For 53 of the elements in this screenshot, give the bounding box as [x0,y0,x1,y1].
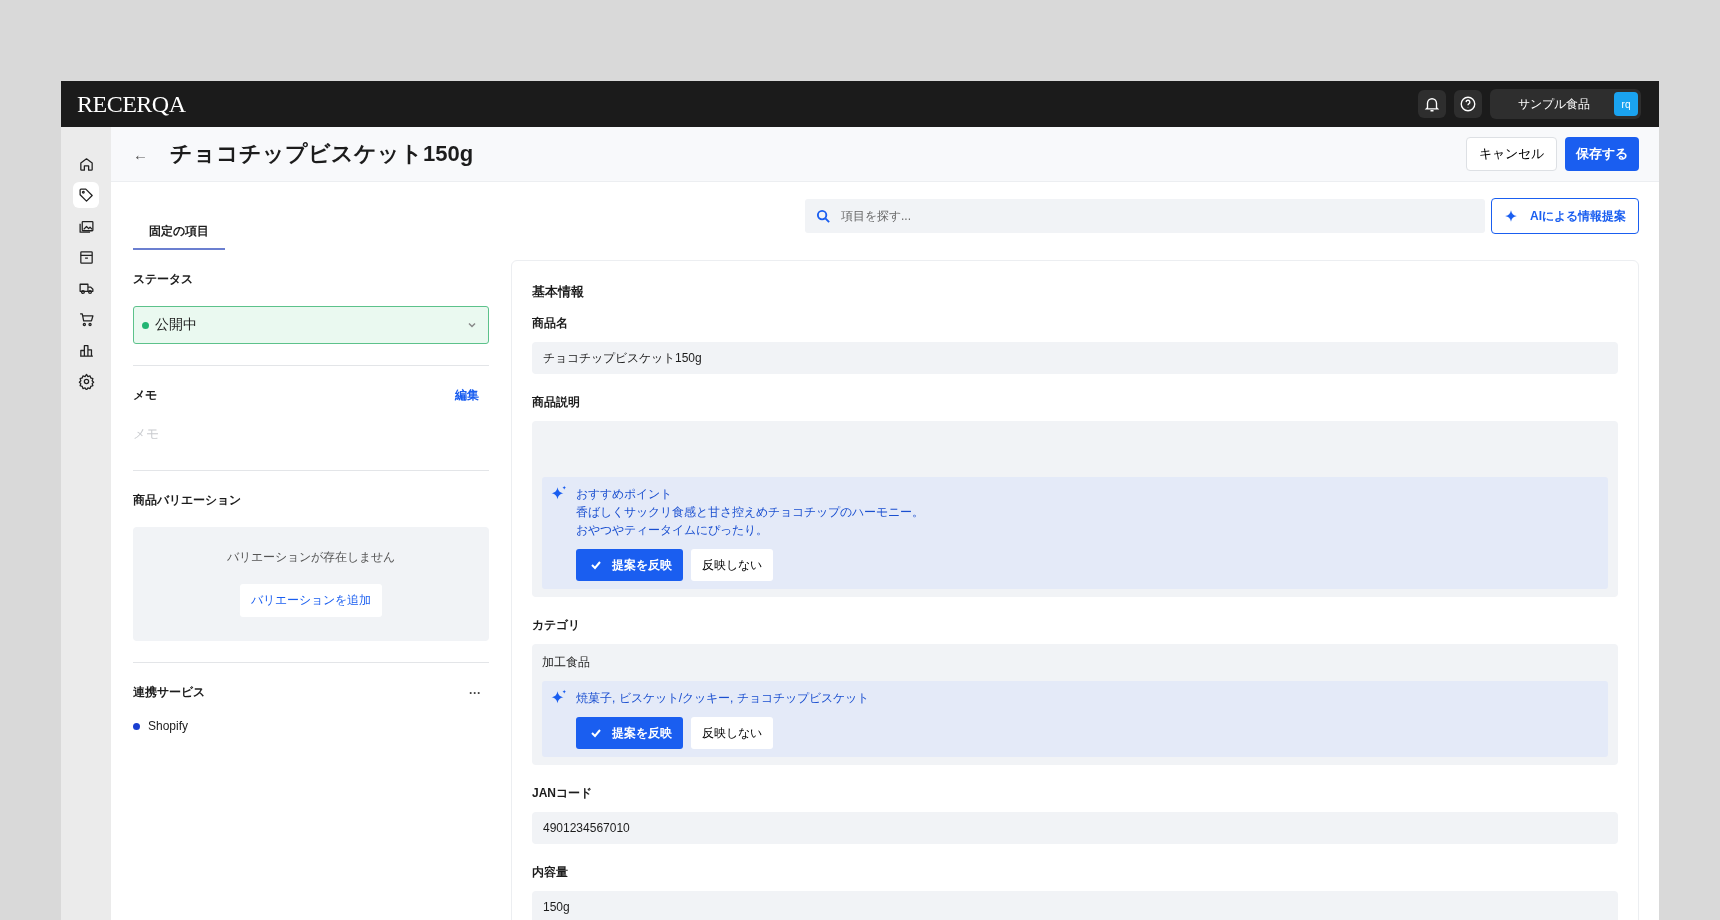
nav-item[interactable] [73,182,99,208]
field-label: 商品名 [532,315,569,332]
section-label: メモ [133,387,157,404]
field-value: 加工食品 [542,654,591,671]
search-icon [816,209,831,224]
text-field[interactable]: チョコチップビスケット150g [532,342,1618,374]
help-button[interactable] [1454,90,1482,118]
card-title: 基本情報 [532,283,585,301]
more-button[interactable]: ··· [469,685,489,700]
avatar: rq [1614,92,1638,116]
archive-box-icon [77,248,95,266]
cancel-button[interactable]: キャンセル [1466,137,1557,171]
section-label: ステータス [133,271,194,288]
text-field[interactable]: 150g [532,891,1618,920]
status-select[interactable]: 公開中 [133,306,489,344]
apply-suggestion-button[interactable]: 提案を反映 [576,549,683,581]
edit-link[interactable]: 編集 [455,387,489,404]
check-icon [590,727,602,739]
help-icon [1459,95,1477,113]
empty-message: バリエーションが存在しません [227,549,395,566]
field-label: 商品説明 [532,394,581,411]
tab[interactable]: 固定の項目 [133,223,225,250]
search-field[interactable]: 項目を探す... [805,199,1485,233]
select-field[interactable]: 加工食品 焼菓子, ビスケット/クッキー, チョコチップビスケット 提案を反映 反映しない [532,644,1618,765]
textarea-field[interactable]: おすすめポイント 香ばしくサックリ食感と甘さ控えめチョコチップのハーモニー。 おやつやティータイムにぴったり。 提案を反映 反映しない [532,421,1618,597]
save-button[interactable]: 保存する [1565,137,1639,171]
suggestion-text: おすすめポイント 香ばしくサックリ食感と甘さ控えめチョコチップのハーモニー。 おやつやティータイムにぴったり。 [576,486,924,539]
page-title: チョコチップビスケット150g [170,140,474,168]
dismiss-suggestion-button[interactable]: 反映しない [691,549,773,581]
field-label: JANコード [532,785,593,802]
status-dot [142,321,149,329]
check-icon [590,559,602,571]
app-logo[interactable]: RECERQA [77,90,186,118]
field-label: 内容量 [532,864,569,881]
notifications-button[interactable] [1418,90,1446,118]
home-icon [77,155,95,173]
ai-suggest-button[interactable]: AIによる情報提案 [1491,198,1639,234]
apply-suggestion-button[interactable]: 提案を反映 [576,717,683,749]
bell-icon [1423,95,1441,113]
cart-icon [77,310,95,328]
section-label: 商品バリエーション [133,492,242,509]
text-field[interactable]: 4901234567010 [532,812,1618,844]
suggestion-text: 焼菓子, ビスケット/クッキー, チョコチップビスケット [576,690,869,707]
dismiss-suggestion-button[interactable]: 反映しない [691,717,773,749]
add-variation-button[interactable]: バリエーションを追加 [240,584,382,617]
section-label: 連携サービス [133,684,205,701]
settings-icon [77,372,95,390]
service-name: Shopify [148,719,189,733]
tag-icon [77,186,95,204]
field-label: カテゴリ [532,617,581,634]
back-button[interactable]: ← [133,145,148,163]
sparkle-icon [1504,209,1518,223]
account-menu[interactable]: サンプル食品 rq [1490,89,1641,119]
